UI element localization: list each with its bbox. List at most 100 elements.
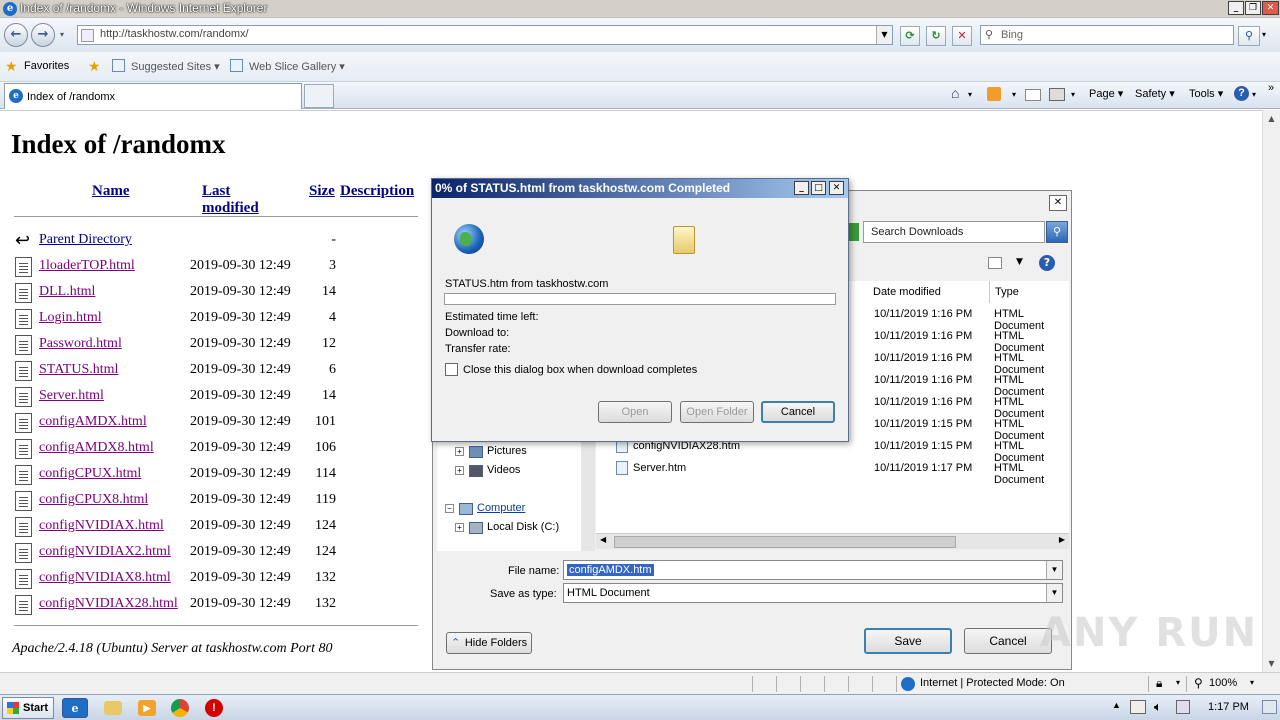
parent-directory-link[interactable]: Parent Directory — [39, 232, 132, 248]
feeds-icon[interactable] — [987, 87, 1001, 101]
protected-mode-dropdown-icon[interactable]: ▾ — [1176, 678, 1180, 687]
file-link[interactable]: configCPUX.html — [39, 466, 141, 482]
mail-icon[interactable] — [1025, 89, 1041, 101]
media-player-taskbar-icon[interactable]: ▶ — [138, 700, 156, 716]
file-link[interactable]: configNVIDIAX.html — [39, 518, 164, 534]
expand-icon[interactable]: + — [455, 523, 464, 532]
file-link[interactable]: configAMDX8.html — [39, 440, 154, 456]
start-button[interactable]: Start — [2, 697, 54, 719]
file-name-field[interactable]: configAMDX.htm ▼ — [563, 560, 1063, 580]
file-link[interactable]: configNVIDIAX2.html — [39, 544, 171, 560]
page-scrollbar[interactable]: ▲ ▼ — [1262, 110, 1280, 672]
last-modified-column-link[interactable]: Last modified — [202, 183, 259, 217]
scroll-right-icon[interactable]: ▶ — [1059, 535, 1065, 544]
history-dropdown-icon[interactable]: ▾ — [60, 30, 64, 39]
ie-taskbar-icon[interactable]: e — [62, 698, 88, 718]
file-list-horizontal-scrollbar[interactable]: ◀ ▶ — [596, 533, 1069, 549]
address-bar[interactable]: http://taskhostw.com/randomx/ ▼ — [77, 25, 893, 45]
action-center-icon[interactable] — [1130, 700, 1146, 714]
scroll-left-icon[interactable]: ◀ — [600, 535, 606, 544]
protected-mode-icon[interactable]: 🔒︎ — [1156, 676, 1162, 691]
close-when-complete-checkbox[interactable] — [445, 363, 458, 376]
address-dropdown-icon[interactable]: ▼ — [876, 26, 892, 44]
stop-icon[interactable]: ✕ — [952, 26, 972, 46]
forward-button[interactable]: → — [31, 23, 55, 47]
help-dropdown-icon[interactable]: ▾ — [1252, 90, 1256, 99]
suggested-sites-link[interactable]: Suggested Sites ▾ — [131, 60, 220, 73]
safety-menu[interactable]: Safety ▾ — [1135, 87, 1175, 100]
network-icon[interactable] — [1176, 700, 1190, 714]
file-link[interactable]: configNVIDIAX8.html — [39, 570, 171, 586]
feeds-dropdown-icon[interactable]: ▾ — [1012, 90, 1016, 99]
zoom-dropdown-icon[interactable]: ▾ — [1250, 678, 1254, 687]
tools-menu[interactable]: Tools ▾ — [1189, 87, 1223, 100]
file-link[interactable]: Login.html — [39, 310, 102, 326]
opera-taskbar-icon[interactable]: ! — [205, 699, 223, 717]
chevron-right-icon[interactable]: » — [1268, 82, 1274, 94]
add-favorite-icon[interactable]: ★ — [88, 58, 101, 75]
zoom-level[interactable]: 100% — [1209, 677, 1237, 689]
downloads-search-input[interactable]: Search Downloads — [863, 221, 1045, 243]
new-tab-button[interactable] — [304, 84, 334, 108]
save-button[interactable]: Save — [864, 628, 952, 654]
search-options-icon[interactable]: ▾ — [1262, 30, 1266, 39]
scroll-thumb[interactable] — [614, 536, 956, 548]
security-zone[interactable]: Internet | Protected Mode: On — [920, 677, 1065, 689]
save-dialog-cancel-button[interactable]: Cancel — [964, 628, 1052, 654]
search-box[interactable]: ⚲ Bing — [980, 25, 1234, 45]
back-button[interactable]: ← — [4, 23, 28, 47]
view-options-icon[interactable] — [988, 257, 1002, 269]
page-menu[interactable]: Page ▾ — [1089, 87, 1123, 100]
chrome-taskbar-icon[interactable] — [171, 699, 189, 717]
print-icon[interactable] — [1049, 88, 1065, 101]
home-dropdown-icon[interactable]: ▾ — [968, 90, 972, 99]
scroll-down-icon[interactable]: ▼ — [1263, 655, 1280, 672]
description-column-link[interactable]: Description — [340, 183, 414, 200]
name-column-link[interactable]: Name — [92, 183, 130, 200]
file-link[interactable]: 1loaderTOP.html — [39, 258, 135, 274]
favorites-button[interactable]: Favorites — [24, 60, 69, 72]
dl-maximize-button[interactable]: □ — [811, 181, 826, 195]
collapse-icon[interactable]: − — [445, 504, 454, 513]
refresh-icon[interactable]: ↻ — [926, 26, 946, 46]
view-dropdown-icon[interactable]: ▼ — [1016, 257, 1023, 267]
file-link[interactable]: Password.html — [39, 336, 122, 352]
close-button[interactable]: ✕ — [1262, 1, 1279, 15]
show-hidden-icons-icon[interactable]: ▲ — [1112, 700, 1121, 710]
dl-close-button[interactable]: ✕ — [829, 181, 844, 195]
file-link[interactable]: DLL.html — [39, 284, 95, 300]
minimize-button[interactable]: _ — [1228, 1, 1244, 15]
file-link[interactable]: Server.html — [39, 388, 104, 404]
clock[interactable]: 1:17 PM — [1208, 701, 1249, 713]
restore-button[interactable]: ❐ — [1245, 1, 1261, 15]
save-type-dropdown-icon[interactable]: ▼ — [1046, 584, 1062, 602]
web-slice-gallery-link[interactable]: Web Slice Gallery ▾ — [249, 60, 345, 73]
file-link[interactable]: configNVIDIAX28.html — [39, 596, 178, 612]
dl-minimize-button[interactable]: _ — [794, 181, 809, 195]
expand-icon[interactable]: + — [455, 447, 464, 456]
volume-icon[interactable]: 🔈︎ — [1154, 699, 1162, 715]
save-type-select[interactable]: HTML Document ▼ — [563, 583, 1063, 603]
open-folder-button[interactable]: Open Folder — [680, 401, 754, 423]
file-link[interactable]: configAMDX.html — [39, 414, 147, 430]
tree-scrollbar[interactable] — [581, 441, 595, 551]
size-column-link[interactable]: Size — [309, 183, 335, 200]
search-go-icon[interactable]: ⚲ — [1238, 26, 1260, 46]
file-link[interactable]: configCPUX8.html — [39, 492, 148, 508]
save-dialog-help-icon[interactable]: ? — [1039, 255, 1055, 271]
type-column[interactable]: Type — [990, 281, 1069, 303]
print-dropdown-icon[interactable]: ▾ — [1071, 90, 1075, 99]
scroll-up-icon[interactable]: ▲ — [1263, 110, 1280, 127]
download-cancel-button[interactable]: Cancel — [761, 401, 835, 423]
list-item[interactable]: Server.htm 10/11/2019 1:17 PM HTML Documen… — [596, 457, 1069, 486]
expand-icon[interactable]: + — [455, 466, 464, 475]
hide-folders-button[interactable]: ⌃ Hide Folders — [446, 632, 532, 654]
downloads-search-icon[interactable]: ⚲ — [1046, 221, 1068, 243]
show-desktop-button[interactable] — [1262, 700, 1277, 714]
compatibility-icon[interactable]: ⟳ — [900, 26, 920, 46]
file-name-dropdown-icon[interactable]: ▼ — [1046, 561, 1062, 579]
file-link[interactable]: STATUS.html — [39, 362, 118, 378]
save-dialog-close-button[interactable]: ✕ — [1049, 195, 1067, 211]
tab-index-randomx[interactable]: e Index of /randomx — [4, 83, 302, 109]
open-button[interactable]: Open — [598, 401, 672, 423]
